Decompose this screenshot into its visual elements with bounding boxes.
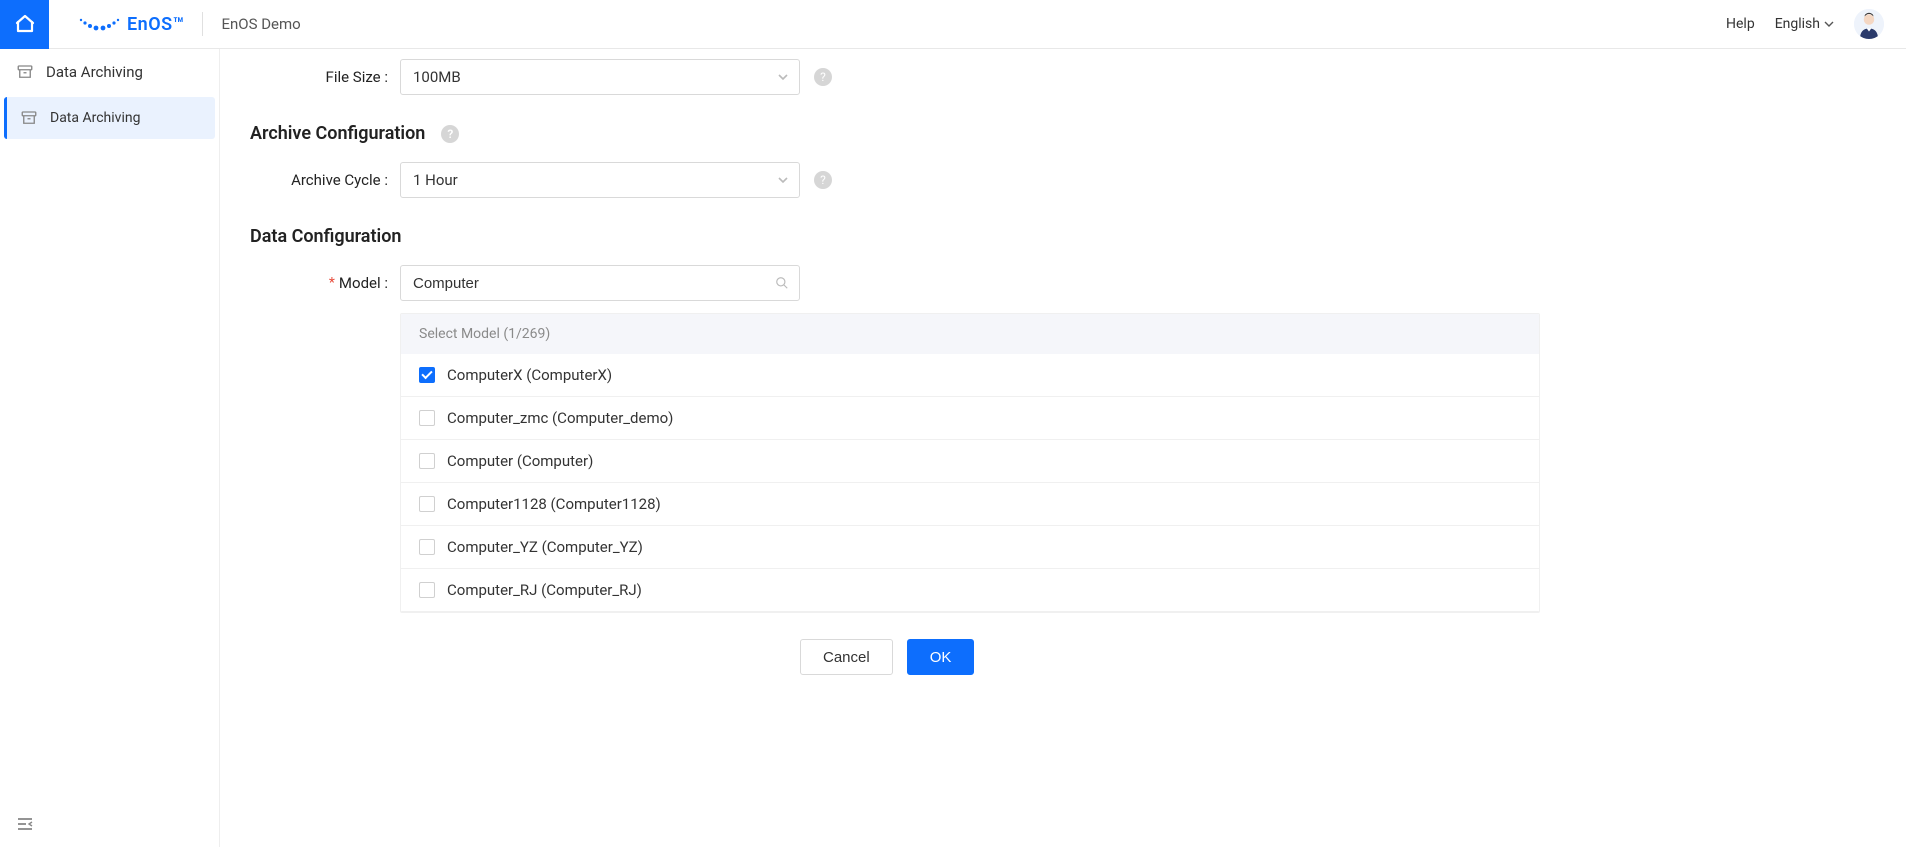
file-size-row: File Size : 100MB ? [250, 59, 1876, 95]
model-list[interactable]: ComputerX (ComputerX) Computer_zmc (Compu… [401, 354, 1539, 612]
sidebar: Data Archiving Data Archiving [0, 49, 220, 847]
brand-text: EnOS™ [127, 14, 184, 35]
sidebar-item-data-archiving[interactable]: Data Archiving [4, 97, 215, 139]
chevron-down-icon [777, 176, 789, 184]
top-header: EnOS™ EnOS Demo Help English [0, 0, 1906, 49]
archive-cycle-select[interactable]: 1 Hour [400, 162, 800, 198]
archive-section-title: Archive Configuration ? [250, 123, 1876, 144]
model-row[interactable]: Computer (Computer) [401, 440, 1539, 483]
sidebar-collapse-button[interactable] [0, 805, 219, 847]
model-select-panel: Select Model (1/269) ComputerX (Computer… [400, 313, 1540, 613]
archive-icon [20, 109, 38, 127]
model-checkbox[interactable] [419, 582, 435, 598]
model-row[interactable]: Computer_RJ (Computer_RJ) [401, 569, 1539, 612]
file-size-select[interactable]: 100MB [400, 59, 800, 95]
chevron-down-icon [777, 73, 789, 81]
sidebar-item-label: Data Archiving [50, 110, 140, 126]
file-size-value: 100MB [413, 68, 461, 86]
model-row[interactable]: Computer1128 (Computer1128) [401, 483, 1539, 526]
data-section-label: Data Configuration [250, 226, 401, 247]
user-avatar[interactable] [1854, 9, 1884, 39]
model-row-label: Computer1128 (Computer1128) [447, 495, 661, 513]
model-row-label: Computer_RJ (Computer_RJ) [447, 581, 642, 599]
model-row-label: Computer_YZ (Computer_YZ) [447, 538, 643, 556]
archive-cycle-value: 1 Hour [413, 171, 458, 189]
language-selector[interactable]: English [1775, 16, 1834, 32]
action-row: Cancel OK [800, 639, 1876, 675]
archive-icon [16, 63, 34, 81]
caret-down-icon [1824, 21, 1834, 27]
model-row[interactable]: Computer_YZ (Computer_YZ) [401, 526, 1539, 569]
model-row-label: Computer (Computer) [447, 452, 593, 470]
home-button[interactable] [0, 0, 49, 49]
data-section-title: Data Configuration [250, 226, 1876, 247]
model-checkbox[interactable] [419, 453, 435, 469]
ok-button[interactable]: OK [907, 639, 975, 675]
main-content: File Size : 100MB ? Archive Configuratio… [220, 49, 1906, 847]
sidebar-title-label: Data Archiving [46, 63, 143, 81]
collapse-icon [16, 817, 34, 831]
home-icon [13, 12, 37, 36]
model-row-label: ComputerX (ComputerX) [447, 366, 612, 384]
file-size-help[interactable]: ? [814, 68, 832, 86]
archive-cycle-label: Archive Cycle : [250, 171, 400, 189]
search-icon [775, 276, 789, 290]
model-label: * Model : [250, 274, 400, 292]
archive-cycle-help[interactable]: ? [814, 171, 832, 189]
sidebar-section-title: Data Archiving [0, 49, 219, 95]
cancel-button[interactable]: Cancel [800, 639, 893, 675]
model-checkbox[interactable] [419, 496, 435, 512]
model-checkbox[interactable] [419, 410, 435, 426]
archive-cycle-row: Archive Cycle : 1 Hour ? [250, 162, 1876, 198]
model-panel-header: Select Model (1/269) [401, 314, 1539, 354]
brand-dots-icon [77, 14, 121, 34]
model-row[interactable]: ComputerX (ComputerX) [401, 354, 1539, 397]
brand-logo[interactable]: EnOS™ [49, 14, 202, 35]
file-size-label: File Size : [250, 68, 400, 86]
model-search-field[interactable] [413, 275, 769, 292]
required-indicator: * [329, 275, 337, 291]
model-row[interactable]: Computer_zmc (Computer_demo) [401, 397, 1539, 440]
model-row-label: Computer_zmc (Computer_demo) [447, 409, 673, 427]
model-label-text: Model : [339, 274, 388, 292]
app-title: EnOS Demo [203, 15, 300, 33]
model-checkbox[interactable] [419, 367, 435, 383]
language-label: English [1775, 16, 1820, 32]
model-search-input[interactable] [400, 265, 800, 301]
help-link[interactable]: Help [1726, 16, 1755, 32]
model-row: * Model : [250, 265, 1876, 301]
avatar-icon [1854, 9, 1884, 39]
archive-section-help[interactable]: ? [441, 125, 459, 143]
model-checkbox[interactable] [419, 539, 435, 555]
archive-section-label: Archive Configuration [250, 123, 425, 144]
